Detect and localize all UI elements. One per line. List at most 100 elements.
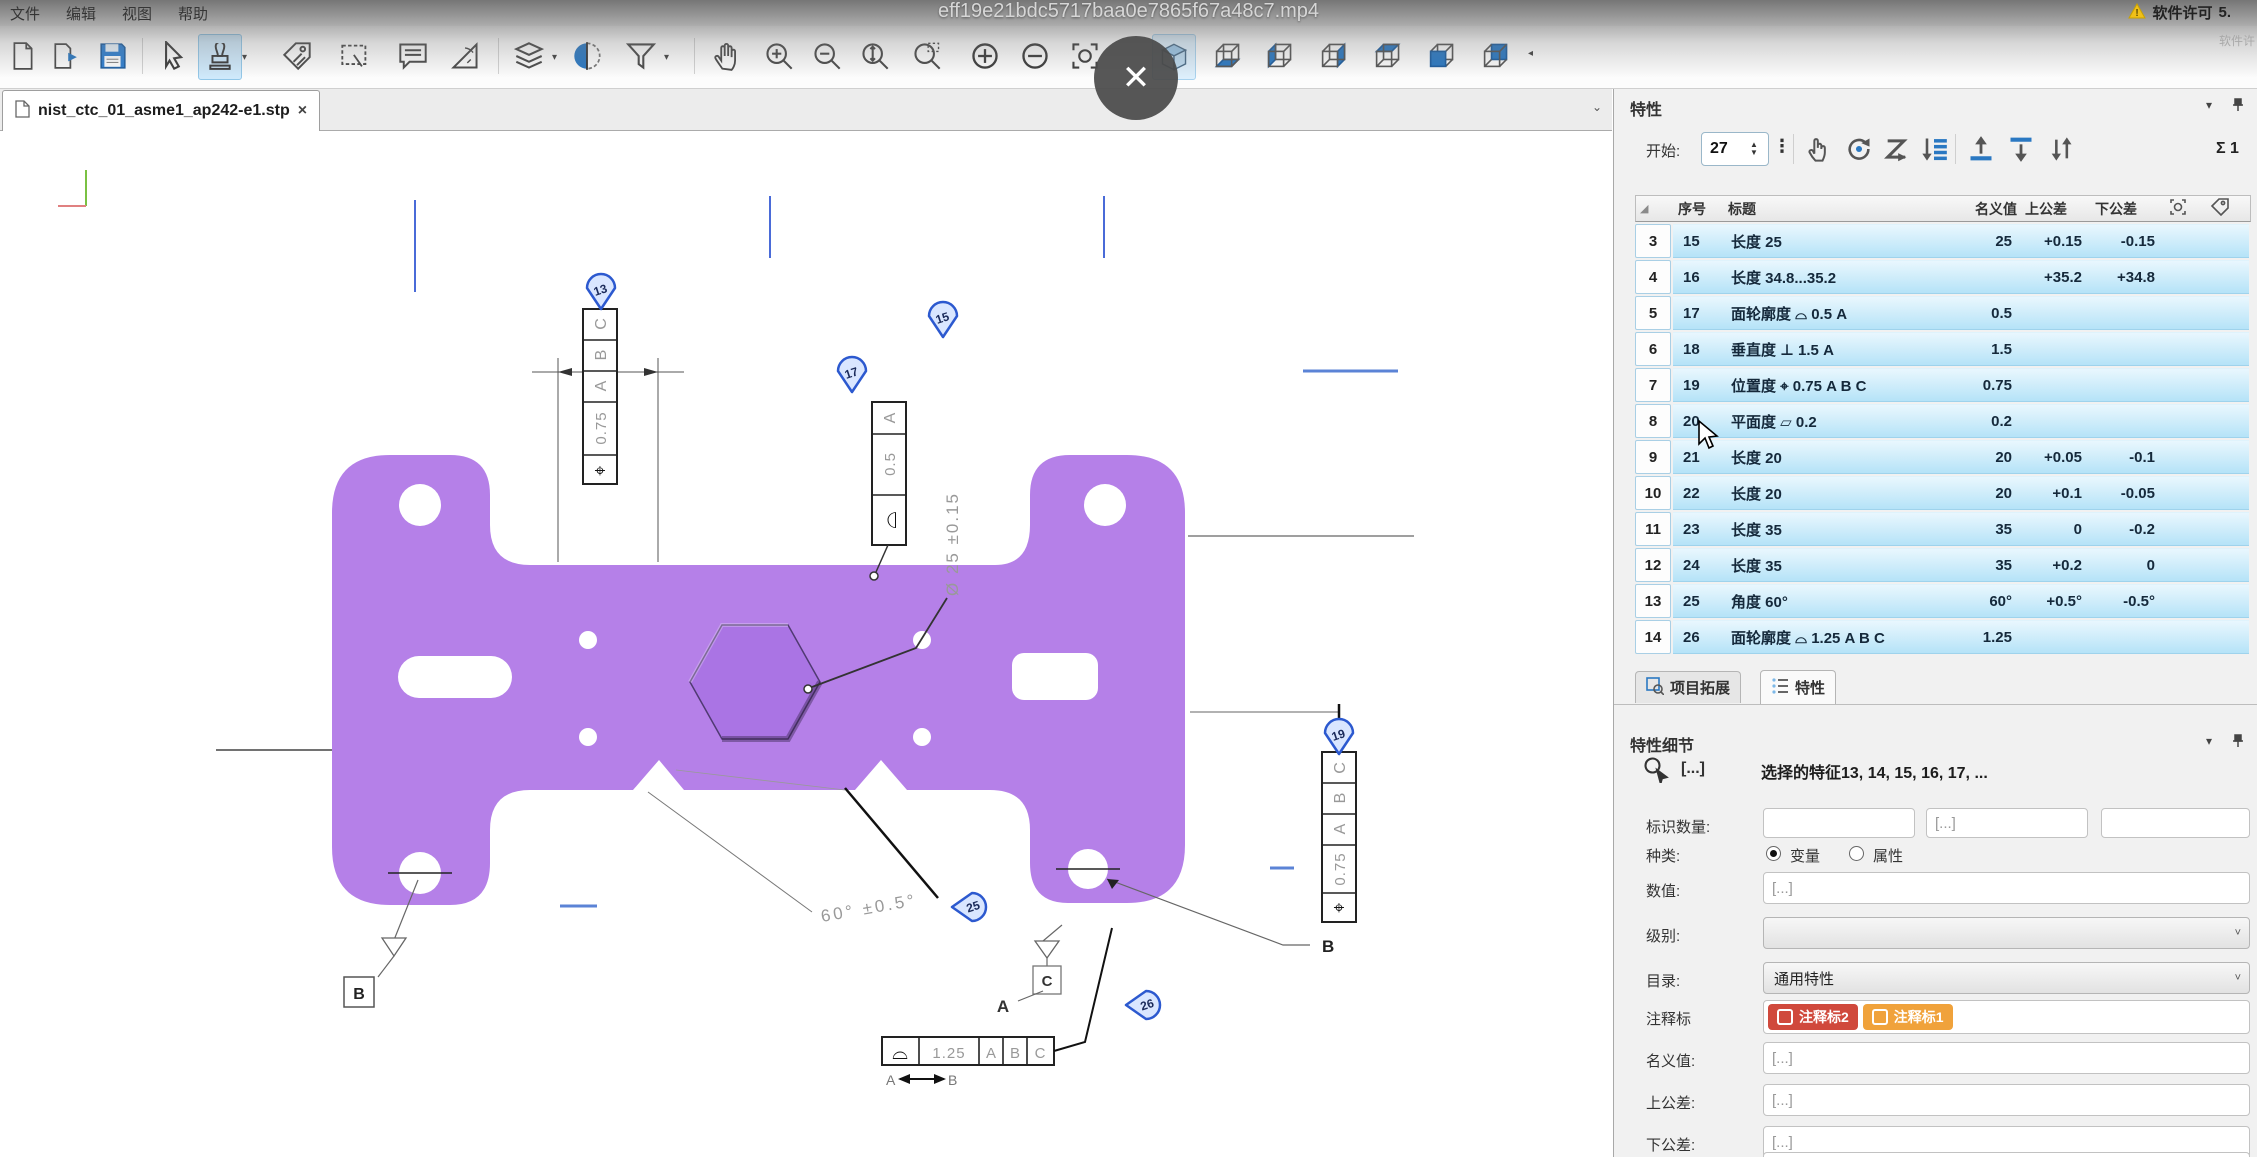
table-row[interactable]: 416长度 34.8...35.2+35.2+34.8 (1635, 260, 2251, 294)
new-file-icon[interactable] (2, 34, 44, 78)
seq-cell[interactable]: 16 (1673, 260, 1723, 294)
details-pin-icon[interactable] (2232, 734, 2244, 751)
icon-cell[interactable] (2163, 332, 2205, 366)
view-front-icon[interactable] (1420, 34, 1462, 78)
icon-cell[interactable] (2205, 404, 2249, 438)
table-row[interactable]: 1123长度 35350-0.2 (1635, 512, 2251, 546)
seq-cell[interactable]: 24 (1673, 548, 1723, 582)
save-icon[interactable] (92, 34, 134, 78)
seq-cell[interactable]: 19 (1673, 368, 1723, 402)
fcf-position-right[interactable]: C B A 0.75 ⌖ (1322, 752, 1356, 922)
pick-hand-icon[interactable] (1801, 132, 1837, 166)
sort-list-icon[interactable] (1916, 132, 1952, 166)
expand-icon[interactable] (964, 34, 1006, 78)
balloon-26[interactable]: 26 (1126, 991, 1160, 1019)
table-row[interactable]: 1426面轮廓度 ⌓ 1.25 A B C1.25 (1635, 620, 2251, 654)
layers-dropdown-caret[interactable]: ▾ (552, 52, 557, 63)
title-cell[interactable]: 长度 25 (1723, 224, 1945, 258)
title-cell[interactable]: 面轮廓度 ⌓ 0.5 A (1723, 296, 1945, 330)
seq-cell[interactable]: 17 (1673, 296, 1723, 330)
upper-tol-cell[interactable]: +0.05 (2020, 440, 2090, 474)
upper-tol-cell[interactable]: 0 (2020, 512, 2090, 546)
note-chip[interactable]: 注释标2 (1768, 1004, 1858, 1030)
move-to-bottom-icon[interactable] (2003, 132, 2039, 166)
tab-close-icon[interactable]: × (298, 102, 307, 120)
fcf-position-left[interactable]: C B A 0.75 ⌖ (583, 309, 617, 484)
stamp-tool-icon[interactable] (198, 34, 242, 80)
row-number[interactable]: 9 (1635, 440, 1671, 474)
stamp-dropdown-caret[interactable]: ▾ (242, 52, 247, 63)
lower-tol-cell[interactable]: +34.8 (2090, 260, 2163, 294)
details-collapse-chevron-icon[interactable]: ▾ (2206, 734, 2212, 748)
icon-cell[interactable] (2205, 440, 2249, 474)
license-status[interactable]: ! 软件许可 5. (2128, 2, 2231, 23)
nominal-cell[interactable]: 0.2 (1945, 404, 2020, 438)
cad-canvas[interactable]: C B A 0.75 ⌖ A 0.5 ⌓ Ø 25 ±0.15 (0, 130, 1612, 1157)
table-row[interactable]: 921长度 2020+0.05-0.1 (1635, 440, 2251, 474)
view-back-icon[interactable] (1474, 34, 1516, 78)
balloon-17[interactable]: 17 (838, 357, 866, 392)
panel-collapse-chevron-icon[interactable]: ▾ (2206, 98, 2212, 112)
balloon-19[interactable]: 19 (1325, 719, 1353, 754)
move-to-top-icon[interactable] (1963, 132, 1999, 166)
zoom-out-icon[interactable] (806, 34, 848, 78)
radio-variable[interactable] (1766, 846, 1781, 861)
icon-cell[interactable] (2163, 440, 2205, 474)
icon-cell[interactable] (2163, 476, 2205, 510)
lower-tol-cell[interactable]: -0.2 (2090, 512, 2163, 546)
title-cell[interactable]: 长度 20 (1723, 440, 1945, 474)
lower-tol-cell[interactable]: -0.05 (2090, 476, 2163, 510)
lower-tol-cell[interactable] (2090, 404, 2163, 438)
icon-cell[interactable] (2163, 368, 2205, 402)
icon-cell[interactable] (2205, 332, 2249, 366)
icon-cell[interactable] (2205, 548, 2249, 582)
small-hole[interactable] (579, 728, 597, 746)
radio-attribute-label[interactable]: 属性 (1873, 845, 1903, 866)
upper-tol-cell[interactable]: +0.15 (2020, 224, 2090, 258)
id-count-input-2[interactable] (1926, 808, 2088, 838)
icon-cell[interactable] (2163, 260, 2205, 294)
nominal-cell[interactable]: 20 (1945, 476, 2020, 510)
z-order-icon[interactable] (1879, 132, 1915, 166)
angle-dimension[interactable]: 60° ±0.5° (819, 890, 918, 926)
upper-tol-input[interactable] (1763, 1084, 2250, 1116)
title-cell[interactable]: 位置度 ⌖ 0.75 A B C (1723, 368, 1945, 402)
title-cell[interactable]: 长度 20 (1723, 476, 1945, 510)
col-nominal[interactable]: 名义值 (1946, 199, 2021, 219)
title-cell[interactable]: 长度 35 (1723, 512, 1945, 546)
upper-tol-cell[interactable] (2020, 620, 2090, 654)
row-number[interactable]: 4 (1635, 260, 1671, 294)
filter-icon[interactable] (620, 34, 662, 78)
marquee-select-icon[interactable] (334, 34, 376, 78)
sort-indicator-icon[interactable]: ◢ (1636, 202, 1674, 215)
table-row[interactable]: 820平面度 ▱ 0.20.2 (1635, 404, 2251, 438)
note-chip[interactable]: 注释标1 (1863, 1004, 1953, 1030)
spinner-arrows-icon[interactable]: ▲▼ (1750, 141, 1758, 157)
zoom-in-icon[interactable] (758, 34, 800, 78)
row-number[interactable]: 7 (1635, 368, 1671, 402)
table-row[interactable]: 517面轮廓度 ⌓ 0.5 A0.5 (1635, 296, 2251, 330)
icon-cell[interactable] (2205, 584, 2249, 618)
id-count-input-1[interactable] (1763, 808, 1915, 838)
row-number[interactable]: 13 (1635, 584, 1671, 618)
view-left-icon[interactable] (1258, 34, 1300, 78)
seq-cell[interactable]: 22 (1673, 476, 1723, 510)
next-field-input[interactable] (1763, 1152, 2250, 1157)
row-number[interactable]: 3 (1635, 224, 1671, 258)
row-number[interactable]: 12 (1635, 548, 1671, 582)
zoom-window-icon[interactable] (906, 34, 948, 78)
note-chips-field[interactable]: 注释标2注释标1 (1763, 1000, 2250, 1034)
upper-tol-cell[interactable] (2020, 368, 2090, 402)
refresh-icon[interactable] (1841, 132, 1877, 166)
col-upper[interactable]: 上公差 (2021, 199, 2091, 219)
rect-slot-hole[interactable] (1012, 653, 1098, 700)
icon-cell[interactable] (2205, 476, 2249, 510)
document-tab[interactable]: nist_ctc_01_asme1_ap242-e1.stp × (2, 90, 320, 131)
layers-icon[interactable] (508, 34, 550, 78)
tabbar-chevron-icon[interactable]: ⌄ (1592, 100, 1602, 114)
icon-cell[interactable] (2205, 260, 2249, 294)
upper-tol-cell[interactable]: +0.1 (2020, 476, 2090, 510)
upper-tol-cell[interactable]: +0.5° (2020, 584, 2090, 618)
lower-tol-cell[interactable] (2090, 368, 2163, 402)
title-cell[interactable]: 角度 60° (1723, 584, 1945, 618)
